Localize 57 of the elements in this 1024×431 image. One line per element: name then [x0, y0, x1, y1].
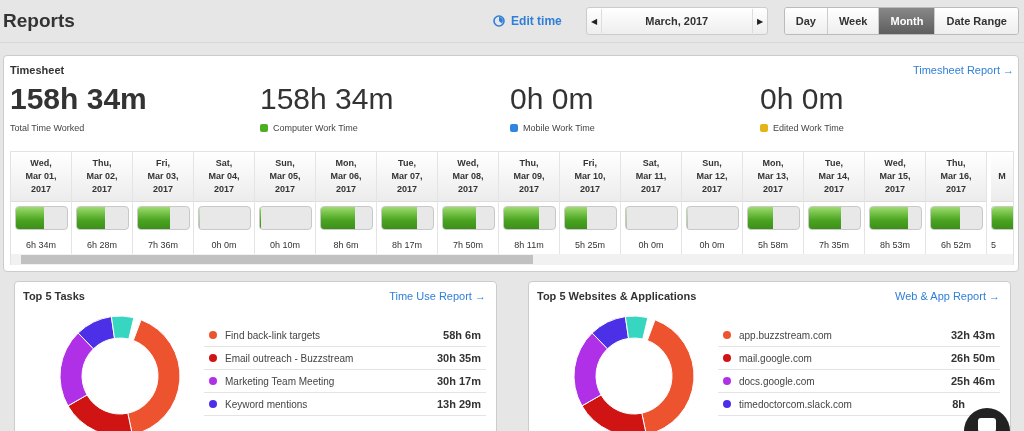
month-label: March, 2017 — [600, 9, 753, 33]
day-hours: 5h 25m — [575, 240, 605, 250]
item-time: 32h 43m — [950, 329, 995, 341]
item-time: 25h 46m — [950, 375, 995, 387]
stat-label: Mobile Work Time — [523, 123, 595, 133]
card-title: Top 5 Websites & Applications — [537, 290, 697, 302]
report-link[interactable]: Web & App Report → — [895, 290, 1000, 302]
day-hours: 5 — [991, 240, 996, 250]
day-hours: 0h 10m — [270, 240, 300, 250]
day-hours: 6h 34m — [26, 240, 56, 250]
day-hours: 0h 0m — [638, 240, 664, 250]
day-hours: 5h 58m — [758, 240, 788, 250]
stat-label: Total Time Worked — [10, 123, 86, 133]
range-tab[interactable]: Date Range — [934, 8, 1018, 34]
item-time: 13h 29m — [436, 398, 481, 410]
day-hours: 7h 50m — [453, 240, 483, 250]
day-hours: 6h 28m — [87, 240, 117, 250]
range-tab[interactable]: Month — [878, 8, 935, 34]
card-title: Top 5 Tasks — [23, 290, 85, 302]
range-tab[interactable]: Week — [826, 8, 879, 34]
time-total: 0h 0m — [760, 82, 845, 116]
item-name: Find back-link targets — [225, 329, 322, 341]
item-time: 8h — [952, 398, 965, 410]
item-name: Keyword mentions — [225, 398, 309, 410]
item-name: mail.google.com — [739, 352, 813, 364]
day-hours: 8h 17m — [392, 240, 422, 250]
card-title: Timesheet — [10, 64, 65, 76]
page-title: Reports — [3, 10, 76, 32]
timesheet-report-link[interactable]: Timesheet Report → — [912, 64, 1014, 76]
stat-label: Computer Work Time — [273, 123, 358, 133]
scrollbar[interactable] — [11, 254, 1013, 265]
day-hours: 8h 6m — [333, 240, 359, 250]
day-hours: 7h 35m — [819, 240, 849, 250]
stat-label: Edited Work Time — [773, 123, 844, 133]
range-tab[interactable]: Day — [784, 8, 827, 34]
time-total: 158h 34m — [260, 82, 395, 116]
item-name: timedoctorcom.slack.com — [739, 398, 853, 410]
next-month-button[interactable]: ▶ — [752, 9, 767, 33]
item-name: app.buzzstream.com — [739, 329, 833, 341]
day-hours: 0h 0m — [211, 240, 237, 250]
item-time: 30h 17m — [436, 375, 481, 387]
item-name: docs.google.com — [739, 375, 816, 387]
item-time: 58h 6m — [443, 329, 481, 341]
day-hours: 6h 52m — [941, 240, 971, 250]
day-hours: 7h 36m — [148, 240, 178, 250]
time-total: 0h 0m — [510, 82, 595, 116]
item-time: 30h 35m — [436, 352, 481, 364]
report-link[interactable]: Time Use Report → — [389, 290, 486, 302]
item-name: Email outreach - Buzzstream — [225, 352, 355, 364]
item-time: 26h 50m — [950, 352, 995, 364]
day-hours: 0h 0m — [699, 240, 725, 250]
day-hours: 8h 11m — [514, 240, 544, 250]
previous-month-button[interactable]: ◀ — [586, 9, 601, 33]
day-hours: 8h 53m — [880, 240, 910, 250]
time-total: 158h 34m — [10, 82, 148, 116]
clock-icon — [493, 15, 506, 27]
item-name: Marketing Team Meeting — [225, 375, 336, 387]
